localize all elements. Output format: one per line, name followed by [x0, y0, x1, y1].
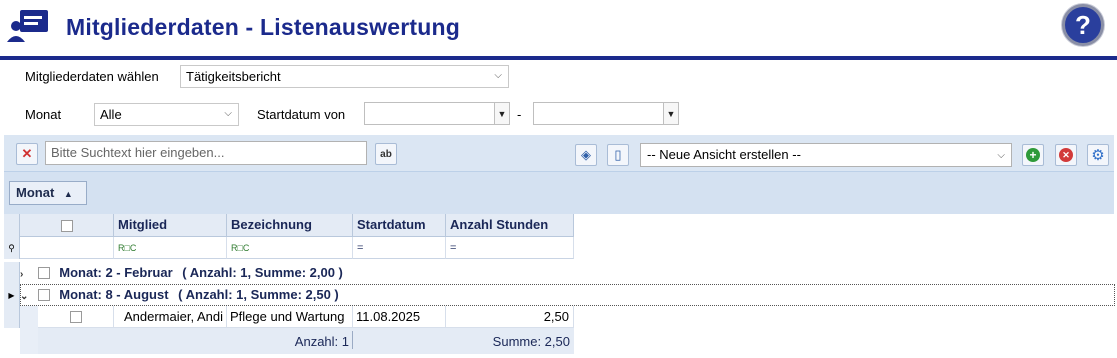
group-footer-anzahl: Anzahl: 1: [294, 334, 349, 349]
chevron-down-icon[interactable]: ⌄: [20, 286, 34, 308]
gear-icon: ⚙: [1091, 147, 1105, 164]
month-select-value: Alle: [100, 107, 122, 122]
sort-ascending-icon: ▲: [63, 189, 73, 199]
startdate-label: Startdatum von: [257, 107, 346, 122]
filter-pin-icon: ⚲: [8, 242, 15, 253]
group-footer-summe: Summe: 2,50: [492, 334, 570, 349]
column-header-bezeichnung[interactable]: Bezeichnung: [227, 214, 353, 237]
cell-mitglied[interactable]: Andermaier, Andi: [114, 306, 227, 328]
row-checkbox[interactable]: [69, 311, 82, 323]
filter-cell-anzahl-stunden[interactable]: =: [446, 237, 574, 259]
add-icon: +: [1026, 148, 1040, 162]
spellcheck-icon: ab: [380, 148, 392, 160]
header-divider: [0, 56, 1117, 60]
filter-cell-startdatum[interactable]: =: [353, 237, 446, 259]
view-select-value: -- Neue Ansicht erstellen --: [647, 147, 801, 162]
group-chip-monat[interactable]: Monat ▲: [9, 181, 87, 205]
app-logo-icon: [6, 8, 50, 44]
book-icon: ▯: [614, 147, 622, 162]
group-checkbox[interactable]: [37, 267, 50, 279]
group-label: Monat: 8 - August: [59, 287, 169, 302]
cell-startdatum[interactable]: 11.08.2025: [353, 306, 446, 328]
group-summary: ( Anzahl: 1, Summe: 2,50 ): [178, 287, 339, 302]
delete-icon: ✕: [1059, 148, 1073, 162]
close-icon: ✕: [21, 146, 33, 161]
group-summary: ( Anzahl: 1, Summe: 2,00 ): [182, 265, 343, 280]
header-row-indicator: [4, 214, 20, 237]
clear-search-button[interactable]: ✕: [16, 143, 38, 165]
add-view-button[interactable]: +: [1022, 144, 1044, 166]
startdate-to-field[interactable]: ▼: [533, 102, 679, 125]
row-indicator: [4, 306, 20, 328]
page-title: Mitgliederdaten - Listenauswertung: [66, 14, 461, 40]
layers-button[interactable]: ◈: [575, 144, 597, 166]
row-select-cell: [38, 306, 114, 328]
chevron-right-icon[interactable]: ›: [20, 264, 34, 286]
group-indent: [20, 306, 38, 354]
group-row-februar[interactable]: › Monat: 2 - Februar ( Anzahl: 1, Summe:…: [20, 262, 343, 284]
dropdown-arrow-icon[interactable]: ▼: [494, 103, 509, 124]
dropdown-arrow-icon[interactable]: ▼: [663, 103, 678, 124]
search-input[interactable]: Bitte Suchtext hier eingeben...: [45, 141, 367, 165]
cell-anzahl-stunden[interactable]: 2,50: [446, 306, 574, 328]
member-data-label: Mitgliederdaten wählen: [25, 69, 159, 84]
filter-cell-mitglied[interactable]: R□C: [114, 237, 227, 259]
member-data-select-value: Tätigkeitsbericht: [186, 69, 281, 84]
book-button[interactable]: ▯: [607, 144, 629, 166]
help-button[interactable]: ?: [1062, 4, 1104, 46]
group-row-august[interactable]: ⌄ Monat: 8 - August ( Anzahl: 1, Summe: …: [20, 284, 339, 306]
current-row-arrow-icon: ▶: [8, 290, 15, 300]
select-all-checkbox[interactable]: [60, 219, 73, 232]
member-data-select[interactable]: Tätigkeitsbericht ⌵: [180, 65, 509, 88]
footer-divider: [352, 331, 353, 349]
settings-button[interactable]: ⚙: [1087, 144, 1109, 166]
cell-bezeichnung[interactable]: Pflege und Wartung: [227, 306, 353, 328]
group-label: Monat: 2 - Februar: [59, 265, 173, 280]
chevron-down-icon: ⌵: [494, 70, 502, 81]
month-label: Monat: [25, 107, 62, 122]
filter-row-indicator: ⚲: [4, 237, 20, 259]
filter-cell-select: [20, 237, 114, 259]
row-indicator: [4, 262, 20, 284]
select-all-cell: [20, 214, 114, 237]
chevron-down-icon: ⌵: [224, 108, 232, 119]
group-by-panel: [4, 172, 1114, 214]
range-separator: -: [517, 107, 522, 122]
startdate-from-field[interactable]: ▼: [364, 102, 510, 125]
row-indicator: ▶: [4, 284, 20, 306]
column-header-anzahl-stunden[interactable]: Anzahl Stunden: [446, 214, 574, 237]
column-header-mitglied[interactable]: Mitglied: [114, 214, 227, 237]
delete-view-button[interactable]: ✕: [1055, 144, 1077, 166]
view-select[interactable]: -- Neue Ansicht erstellen -- ⌵: [640, 143, 1012, 167]
filter-cell-bezeichnung[interactable]: R□C: [227, 237, 353, 259]
chevron-down-icon: ⌵: [997, 150, 1005, 161]
spellcheck-button[interactable]: ab: [375, 143, 397, 165]
column-header-startdatum[interactable]: Startdatum: [353, 214, 446, 237]
group-checkbox[interactable]: [37, 289, 50, 301]
layers-icon: ◈: [581, 147, 591, 162]
month-select[interactable]: Alle ⌵: [94, 103, 239, 126]
group-chip-label: Monat: [16, 185, 55, 200]
